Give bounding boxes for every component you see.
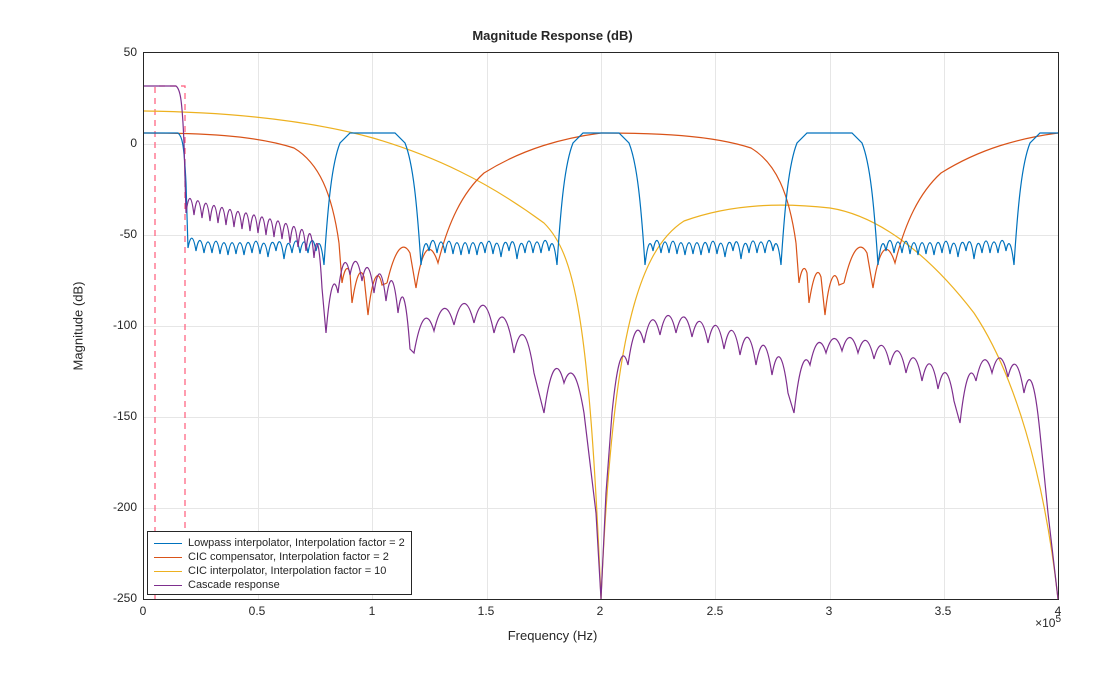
legend-item: Lowpass interpolator, Interpolation fact… [154, 536, 405, 550]
xtick: 0.5 [227, 604, 287, 618]
xtick: 1 [342, 604, 402, 618]
series-lowpass [144, 133, 1058, 265]
plot-area [143, 52, 1059, 600]
legend-label: CIC interpolator, Interpolation factor =… [188, 564, 386, 578]
legend-label: Cascade response [188, 578, 280, 592]
xtick: 2 [570, 604, 630, 618]
legend-swatch [154, 543, 182, 544]
xtick: 3 [799, 604, 859, 618]
plot-svg [144, 53, 1058, 599]
legend-label: Lowpass interpolator, Interpolation fact… [188, 536, 405, 550]
ytick: 0 [97, 136, 137, 150]
ytick: -250 [97, 591, 137, 605]
mask-line [155, 86, 185, 599]
legend: Lowpass interpolator, Interpolation fact… [147, 531, 412, 595]
x-axis-exponent: ×105 [1035, 614, 1061, 630]
chart-container: Magnitude Response (dB) [0, 0, 1105, 694]
xtick: 0 [113, 604, 173, 618]
ytick: -150 [97, 409, 137, 423]
xtick: 1.5 [456, 604, 516, 618]
y-axis-label: Magnitude (dB) [71, 282, 86, 371]
legend-item: Cascade response [154, 578, 405, 592]
legend-swatch [154, 557, 182, 558]
ytick: 50 [97, 45, 137, 59]
series-cascade [144, 86, 1058, 599]
xtick: 2.5 [685, 604, 745, 618]
legend-item: CIC interpolator, Interpolation factor =… [154, 564, 405, 578]
legend-swatch [154, 571, 182, 572]
series-cic-comp [144, 133, 1058, 315]
xtick: 3.5 [913, 604, 973, 618]
ytick: -200 [97, 500, 137, 514]
series-cic-interp [144, 111, 1058, 599]
ytick: -100 [97, 318, 137, 332]
legend-item: CIC compensator, Interpolation factor = … [154, 550, 405, 564]
ytick: -50 [97, 227, 137, 241]
chart-title: Magnitude Response (dB) [0, 28, 1105, 43]
x-axis-label: Frequency (Hz) [0, 628, 1105, 643]
legend-label: CIC compensator, Interpolation factor = … [188, 550, 389, 564]
legend-swatch [154, 585, 182, 586]
